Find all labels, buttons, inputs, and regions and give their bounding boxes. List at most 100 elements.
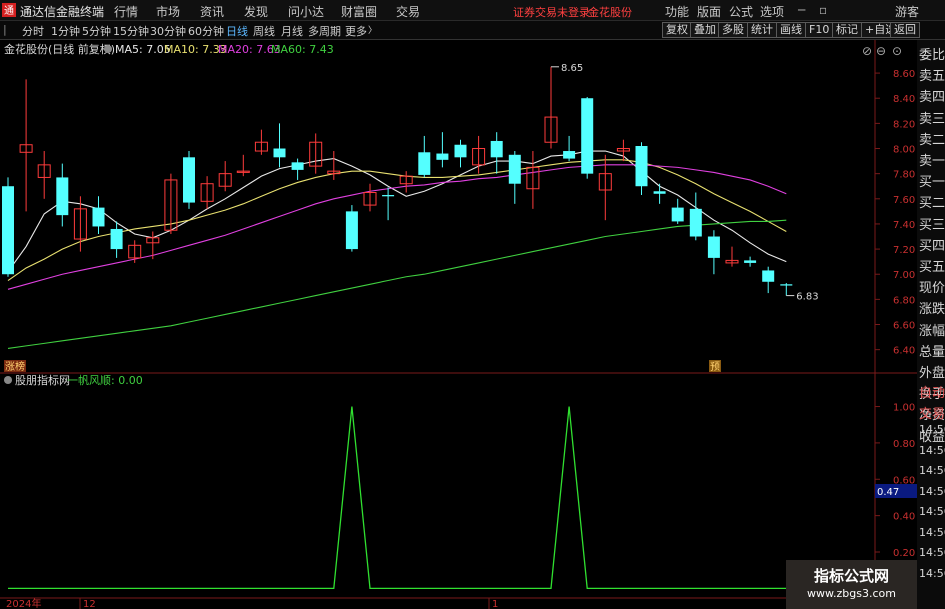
quote-label-12: 涨跌 [919,302,945,318]
tab-15min[interactable]: 15分钟 [113,23,149,39]
more-icon[interactable]: ⊙ [892,44,902,58]
high-price-label: 8.65 [561,63,583,74]
tab-30min[interactable]: 30分钟 [150,23,186,39]
tab-multi-period[interactable]: 多周期 [308,23,341,39]
candle-body [92,207,105,227]
tab-weekly[interactable]: 周线 [253,23,275,39]
candle-body [671,207,684,222]
candle-body [291,162,304,170]
quote-label2-0: 自动 [919,386,945,401]
draw-line-button[interactable]: 画线 [776,22,806,38]
tab-1min[interactable]: 1分钟 [51,23,80,39]
candle-body [56,177,69,216]
quote-label-5: 卖一 [919,154,945,169]
svg-text:通: 通 [4,5,14,17]
candle-body [436,153,449,160]
quote-label-11: 现价 [919,281,945,297]
price-axis: 8.60 8.40 8.20 8.00 7.80 7.60 7.40 7.20 7.00 6.80… [875,69,915,357]
indicator-tick-label: 0.20 [893,548,915,559]
candle-body [345,211,358,250]
candle-body [635,146,648,187]
indicator-tick-label: 0.40 [893,512,915,523]
quote-label-14: 总量 [919,344,945,360]
quote-label2-8: 14:56 [919,546,945,559]
menu-options[interactable]: 选项 [760,3,784,20]
mark-button[interactable]: 标记 [832,22,862,38]
price-tick-label: 8.40 [893,94,915,105]
settings-dot-icon[interactable] [104,45,112,53]
tab-5min[interactable]: 5分钟 [82,23,111,39]
price-tick-label: 6.40 [893,346,915,357]
kline-chart[interactable]: 8.60 8.40 8.20 8.00 7.80 7.60 7.40 7.20 7.00 6.80… [0,40,917,609]
tab-60min[interactable]: 60分钟 [188,23,224,39]
quote-sidebar: 委比 卖五 卖四 卖三 卖二 卖一 买一 买二 买三 买四 买五 现价 涨跌 涨幅 总量 外盘 换手 净资 收益 自动… [917,40,945,609]
back-button[interactable]: 返回 [890,22,920,38]
menu-functions[interactable]: 功能 [665,3,689,20]
candle-body [454,144,467,158]
current-stock-name: 金花股份 [588,6,632,19]
tab-monthly[interactable]: 月线 [281,23,303,39]
indicator-tick-label: 0.80 [893,439,915,450]
quote-label2-7: 14:56 [919,525,945,539]
rank-tag-label: 涨榜 [5,360,25,373]
menu-layout[interactable]: 版面 [697,3,721,20]
chevron-right-icon[interactable]: 〉 [368,23,377,36]
price-tick-label: 6.80 [893,295,915,306]
app-title: 通达信金融终端 [20,5,105,19]
zoom-icon[interactable]: ⊖ [876,44,886,58]
candle-body [563,151,576,159]
ma-line-ma10 [7,159,787,281]
menu-wealth-circle[interactable]: 财富圈 [341,3,377,20]
price-tick-label: 8.20 [893,119,915,130]
quote-label-3: 卖三 [919,111,945,127]
price-tick-label: 7.60 [893,195,915,206]
date-year-label: 2024年 [6,597,41,609]
ma5-label: MA5: 7.05 [115,43,171,56]
quote-label-9: 买四 [919,238,945,254]
menu-trade[interactable]: 交易 [396,3,420,20]
adjust-button[interactable]: 复权 [662,22,692,38]
period-toolbar: | 分时 1分钟 5分钟 15分钟 30分钟 60分钟 日线 周线 月线 多周期… [0,21,945,40]
guest-user[interactable]: 游客 [895,3,919,20]
quote-label-10: 买五 [919,260,945,275]
menu-discover[interactable]: 发现 [244,3,268,20]
quote-label2-5: 14:56 [919,484,945,498]
tab-daily[interactable]: 日线 [226,23,248,39]
candle-body [183,157,195,203]
tab-intraday[interactable]: 分时 [22,23,44,39]
candle-body [508,154,521,184]
menu-market-quotes[interactable]: 行情 [114,3,138,20]
candlesticks [2,66,795,297]
quote-label-7: 买二 [919,196,945,212]
app-logo-icon: 通 [2,3,16,20]
ma60-label: MA60: 7.43 [271,43,334,56]
indicator-panel: 1.000.800.600.400.20 [8,403,915,590]
settings-icon[interactable]: ⊘ [862,44,872,58]
tab-more[interactable]: 更多 [345,23,367,39]
window-icon[interactable]: ▫ [819,3,827,17]
date-dec-label: 12 [83,599,96,609]
watermark: 指标公式网 www.zbgs3.com [786,560,917,609]
price-tick-label: 7.00 [893,270,915,281]
minimize-icon[interactable]: ─ [798,3,805,17]
moving-average-lines [7,150,787,349]
menu-formula[interactable]: 公式 [729,3,753,20]
chart-title: 金花股份(日线 前复权) [4,42,115,56]
candle-body [689,208,702,237]
quote-label-1: 卖五 [919,69,945,85]
overlay-button[interactable]: 叠加 [690,22,720,38]
menu-news[interactable]: 资讯 [200,3,224,20]
candle-body [653,191,666,194]
indicator-settings-icon[interactable] [4,376,12,384]
menu-xiaoda[interactable]: 问小达 [288,3,324,20]
quote-label2-2: 14:56 [919,423,945,436]
menu-market[interactable]: 市场 [156,3,180,20]
expand-icon[interactable]: | [3,23,7,36]
trade-login-notice[interactable]: 证券交易未登录 [513,4,590,20]
stats-button[interactable]: 统计 [747,22,777,38]
indicator-line [8,406,787,590]
date-jan-label: 1 [492,599,498,609]
chart-grid [0,40,917,609]
multi-stock-button[interactable]: 多股 [718,22,748,38]
f10-button[interactable]: F10 [805,22,834,38]
